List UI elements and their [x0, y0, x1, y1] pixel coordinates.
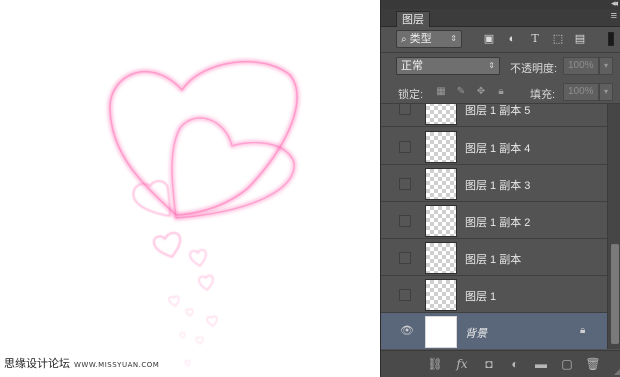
hearts-artwork [107, 59, 300, 367]
layer-name: 背景 [465, 328, 487, 340]
document-canvas[interactable]: 思缘设计论坛 WWW.MISSYUAN.COM [0, 0, 380, 377]
layer-name: 图层 1 副本 5 [465, 105, 531, 117]
shape-filter-icon[interactable]: ⬚ [551, 33, 565, 45]
blend-row: 正常 ⇕ 不透明度: 100% ▾ [381, 54, 620, 80]
heart-tiny-3 [198, 274, 214, 291]
opacity-label: 不透明度: [510, 63, 558, 75]
layer-row-selected[interactable]: 👁︎ 背景 🔒︎ [381, 313, 607, 349]
heart-tiny-4 [168, 295, 180, 307]
heart-tiny-7 [195, 336, 204, 345]
layer-thumbnail [425, 104, 457, 125]
layer-thumbnail [425, 242, 457, 274]
blend-mode-value: 正常 [401, 60, 423, 72]
lock-all-icon[interactable]: 🔒︎ [495, 86, 507, 98]
layer-row[interactable]: 图层 1 副本 4 [381, 128, 607, 165]
filter-kind-label: 类型 [409, 33, 432, 45]
heart-medium [169, 115, 297, 221]
fill-input[interactable]: 100% [563, 83, 599, 101]
adjustment-layer-icon[interactable]: ◐ [507, 356, 523, 372]
filter-row: ⌕ 类型 ⇕ ▣ ◐ T ⬚ ▤ [381, 28, 620, 52]
divider [381, 52, 620, 53]
visibility-toggle[interactable] [399, 289, 411, 301]
scrollbar-thumb[interactable] [611, 244, 619, 344]
layer-row[interactable]: 图层 1 [381, 276, 607, 313]
layer-thumbnail [425, 316, 457, 348]
layer-row[interactable]: 图层 1 副本 3 [381, 165, 607, 202]
layer-thumbnail [425, 168, 457, 200]
resize-grip-icon[interactable]: ◢ [614, 367, 620, 376]
layers-scrollbar[interactable] [607, 104, 620, 349]
filter-toggle[interactable] [608, 32, 614, 46]
watermark: 思缘设计论坛 WWW.MISSYUAN.COM [4, 355, 159, 371]
layer-row[interactable]: 图层 1 副本 5 [381, 104, 607, 127]
collapse-panel-icon[interactable]: ◂◂ [611, 0, 618, 9]
select-arrows-icon: ⇕ [488, 61, 495, 70]
visibility-toggle[interactable] [399, 252, 411, 264]
blend-mode-select[interactable]: 正常 ⇕ [396, 57, 500, 75]
layer-name: 图层 1 副本 2 [465, 217, 531, 229]
filter-kind-select[interactable]: ⌕ 类型 ⇕ [396, 30, 462, 48]
smart-object-filter-icon[interactable]: ▤ [573, 33, 587, 45]
heart-tiny-5 [206, 315, 218, 327]
delete-layer-icon[interactable]: 🗑︎ [585, 356, 601, 372]
watermark-url: WWW.MISSYUAN.COM [74, 361, 160, 369]
layer-thumbnail [425, 131, 457, 163]
layer-thumbnail [425, 205, 457, 237]
layer-name: 图层 1 副本 3 [465, 180, 531, 192]
fill-label: 填充: [530, 89, 556, 101]
add-mask-icon[interactable]: ◘ [481, 356, 497, 372]
lock-transparent-icon[interactable]: ▦ [435, 86, 447, 98]
type-filter-icon[interactable]: T [528, 33, 542, 45]
watermark-text: 思缘设计论坛 [4, 357, 70, 370]
lock-position-icon[interactable]: ✥ [475, 86, 487, 98]
new-group-icon[interactable]: ▬ [533, 356, 549, 372]
opacity-dropdown-icon[interactable]: ▾ [599, 57, 613, 75]
heart-large [107, 59, 300, 218]
panel-tab-bar: 图层 ≡ [381, 9, 620, 27]
heart-medium-core [171, 117, 295, 219]
layers-panel: ◂◂ 图层 ≡ ⌕ 类型 ⇕ ▣ ◐ T ⬚ ▤ 正常 ⇕ 不透明度: 100%… [380, 0, 620, 377]
layer-row[interactable]: 图层 1 副本 2 [381, 202, 607, 239]
new-layer-icon[interactable]: ▢ [559, 356, 575, 372]
tab-layers[interactable]: 图层 [396, 11, 430, 27]
image-filter-icon[interactable]: ▣ [482, 33, 496, 45]
panel-bottom-bar: ⛓ fx ◘ ◐ ▬ ▢ 🗑︎ ◢ [381, 350, 620, 377]
visibility-toggle[interactable] [399, 104, 411, 115]
lock-pixels-icon[interactable]: ✎ [455, 86, 467, 98]
heart-tiny-9 [184, 359, 191, 367]
layer-thumbnail [425, 279, 457, 311]
lock-label: 锁定: [398, 89, 424, 101]
layer-name: 图层 1 [465, 291, 497, 303]
lock-icon: 🔒︎ [580, 325, 586, 336]
heart-tiny-1 [152, 231, 182, 258]
heart-large-core [109, 60, 298, 216]
visibility-toggle[interactable] [399, 178, 411, 190]
select-arrows-icon: ⇕ [450, 34, 457, 43]
layer-row[interactable]: 图层 1 副本 [381, 239, 607, 276]
layers-list: 图层 1 副本 5 图层 1 副本 4 图层 1 副本 3 图层 1 副本 2 … [381, 104, 607, 349]
heart-tiny-2 [189, 248, 207, 267]
fx-icon[interactable]: fx [454, 356, 470, 372]
link-layers-icon[interactable]: ⛓ [427, 356, 443, 372]
search-icon: ⌕ [401, 34, 407, 45]
layer-name: 图层 1 副本 [465, 254, 522, 266]
lock-row: 锁定: ▦ ✎ ✥ 🔒︎ 填充: 100% ▾ [381, 82, 620, 104]
visibility-toggle[interactable] [399, 141, 411, 153]
eye-icon[interactable]: 👁︎ [400, 324, 414, 337]
layer-name: 图层 1 副本 4 [465, 143, 531, 155]
panel-top-strip: ◂◂ [381, 0, 620, 9]
opacity-input[interactable]: 100% [563, 57, 599, 75]
heart-small [132, 180, 171, 217]
visibility-toggle[interactable] [399, 215, 411, 227]
panel-menu-icon[interactable]: ≡ [611, 10, 617, 22]
adjustment-filter-icon[interactable]: ◐ [505, 33, 519, 45]
heart-tiny-8 [179, 331, 186, 339]
heart-tiny-6 [185, 308, 194, 317]
fill-dropdown-icon[interactable]: ▾ [599, 83, 613, 101]
